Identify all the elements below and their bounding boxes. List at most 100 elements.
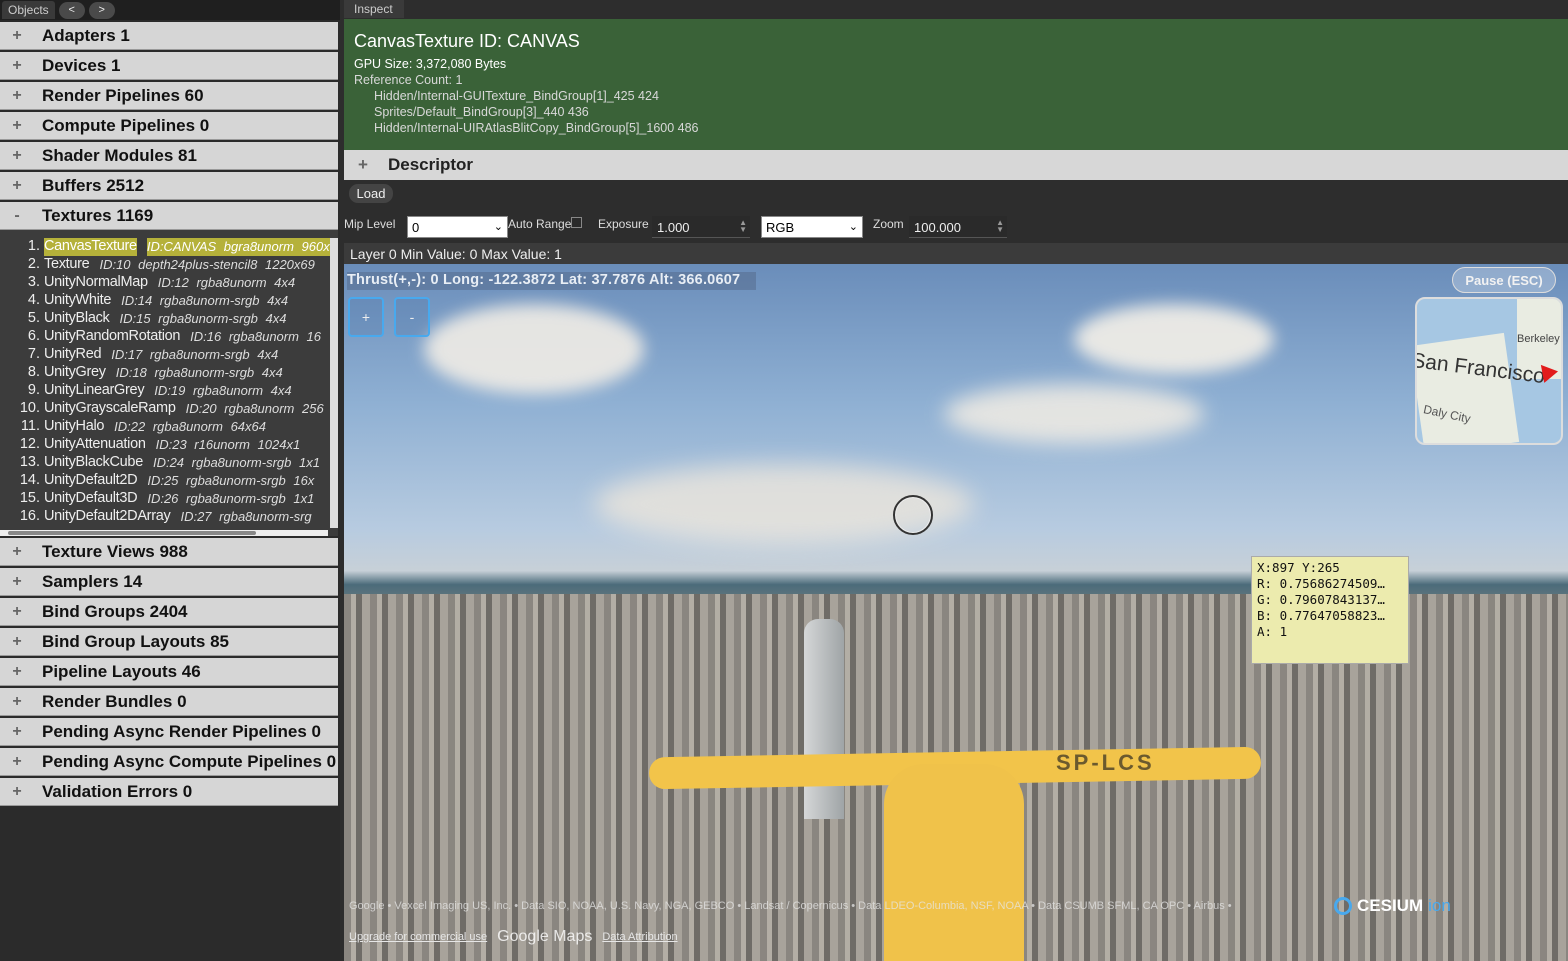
item-index: 8. — [27, 364, 40, 380]
expand-icon: + — [12, 632, 22, 650]
category-label: Compute Pipelines 0 — [42, 115, 210, 135]
reference-item[interactable]: Hidden/Internal-UIRAtlasBlitCopy_BindGro… — [354, 120, 1558, 136]
attribution-links: Upgrade for commercial use Google Maps D… — [349, 928, 678, 946]
item-index: 14. — [19, 472, 40, 488]
texture-list-item[interactable]: 12. UnityAttenuation ID:23 r16unorm 1024x1 — [0, 436, 338, 454]
upgrade-link[interactable]: Upgrade for commercial use — [349, 931, 487, 943]
cesium-logo[interactable]: CESIUM ion — [1334, 896, 1451, 916]
texture-meta: ID:12 rgba8unorm 4x4 — [157, 275, 296, 290]
category-label: Adapters 1 — [42, 25, 130, 45]
chevron-down-icon: ⌄ — [493, 221, 503, 233]
descriptor-header[interactable]: + Descriptor — [344, 150, 1568, 180]
category-row[interactable]: + Bind Group Layouts 85 — [0, 628, 338, 656]
texture-list-item[interactable]: 5. UnityBlack ID:15 rgba8unorm-srgb 4x4 — [0, 310, 338, 328]
channel-select[interactable]: RGB ⌄ — [761, 216, 863, 238]
category-row[interactable]: + Render Pipelines 60 — [0, 82, 338, 110]
objects-tab[interactable]: Objects — [2, 1, 55, 19]
category-label: Bind Groups 2404 — [42, 601, 188, 621]
texture-name: Texture — [44, 256, 90, 272]
zoom-input[interactable]: 100.000 ▲ ▼ — [909, 216, 1007, 238]
texture-list-item[interactable]: 7. UnityRed ID:17 rgba8unorm-srgb 4x4 — [0, 346, 338, 364]
nav-back-button[interactable]: < — [58, 1, 85, 19]
category-row[interactable]: - Textures 1169 — [0, 202, 338, 230]
category-row[interactable]: + Pending Async Compute Pipelines 0 — [0, 748, 338, 776]
texture-list-item[interactable]: 1. CanvasTexture ID:CANVAS bgra8unorm 960x — [0, 238, 338, 256]
expand-icon: + — [12, 662, 22, 680]
vertical-scrollbar[interactable] — [330, 238, 338, 528]
category-row[interactable]: + Bind Groups 2404 — [0, 598, 338, 626]
category-row[interactable]: + Validation Errors 0 — [0, 778, 338, 806]
zoom-value: 100.000 — [914, 220, 961, 235]
category-label: Pending Async Compute Pipelines 0 — [42, 751, 337, 771]
horizontal-scrollbar[interactable] — [0, 530, 328, 536]
category-row[interactable]: + Devices 1 — [0, 52, 338, 80]
texture-meta: ID:26 rgba8unorm-srgb 1x1 — [147, 491, 315, 506]
texture-list-item[interactable]: 14. UnityDefault2D ID:25 rgba8unorm-srgb 1… — [0, 472, 338, 490]
minimap[interactable]: Berkeley San Francisco Daly City — [1415, 297, 1563, 445]
scrollbar-thumb[interactable] — [8, 531, 256, 535]
expand-icon: + — [12, 26, 22, 44]
zoom-label: Zoom — [873, 217, 904, 231]
item-index: 10. — [19, 400, 40, 416]
texture-list-item[interactable]: 15. UnityDefault3D ID:26 rgba8unorm-srgb 1… — [0, 490, 338, 508]
category-list-bottom: + Texture Views 988 + Samplers 14 + Bind Grou… — [0, 538, 340, 806]
expand-icon: + — [12, 86, 22, 104]
auto-range-checkbox[interactable] — [571, 217, 582, 228]
category-row[interactable]: + Shader Modules 81 — [0, 142, 338, 170]
zoom-out-button[interactable]: - — [394, 297, 430, 337]
auto-range-label: Auto Range — [508, 217, 572, 231]
category-row[interactable]: + Adapters 1 — [0, 22, 338, 50]
exposure-input[interactable]: 1.000 ▲ ▼ — [652, 216, 750, 238]
texture-list-item[interactable]: 4. UnityWhite ID:14 rgba8unorm-srgb 4x4 — [0, 292, 338, 310]
texture-list: 1. CanvasTexture ID:CANVAS bgra8unorm 960x… — [0, 230, 338, 536]
nav-forward-button[interactable]: > — [88, 1, 115, 19]
category-row[interactable]: + Compute Pipelines 0 — [0, 112, 338, 140]
texture-name: UnityNormalMap — [44, 274, 148, 290]
category-row[interactable]: + Samplers 14 — [0, 568, 338, 596]
inspect-tab[interactable]: Inspect — [344, 0, 404, 18]
category-row[interactable]: + Buffers 2512 — [0, 172, 338, 200]
load-button[interactable]: Load — [349, 184, 393, 203]
spinner-icon[interactable]: ▲ ▼ — [739, 219, 747, 234]
texture-list-item[interactable]: 2. Texture ID:10 depth24plus-stencil8 1220… — [0, 256, 338, 274]
tower — [804, 619, 844, 819]
texture-list-item[interactable]: 6. UnityRandomRotation ID:16 rgba8unorm 16 — [0, 328, 338, 346]
item-index: 16. — [19, 508, 40, 524]
texture-list-item[interactable]: 10. UnityGrayscaleRamp ID:20 rgba8unorm 25… — [0, 400, 338, 418]
chevron-down-icon: ⌄ — [848, 221, 858, 233]
item-index: 4. — [27, 292, 40, 308]
item-index: 5. — [27, 310, 40, 326]
category-row[interactable]: + Pipeline Layouts 46 — [0, 658, 338, 686]
reference-item[interactable]: Sprites/Default_BindGroup[3]_440 436 — [354, 104, 1558, 120]
texture-list-item[interactable]: 11. UnityHalo ID:22 rgba8unorm 64x64 — [0, 418, 338, 436]
zoom-in-button[interactable]: + — [348, 297, 384, 337]
data-attribution-link[interactable]: Data Attribution — [602, 931, 677, 943]
item-index: 11. — [20, 418, 40, 434]
spinner-icon[interactable]: ▲ ▼ — [996, 219, 1004, 234]
layer-info: Layer 0 Min Value: 0 Max Value: 1 — [344, 243, 1568, 264]
texture-list-item[interactable]: 9. UnityLinearGrey ID:19 rgba8unorm 4x4 — [0, 382, 338, 400]
category-row[interactable]: + Pending Async Render Pipelines 0 — [0, 718, 338, 746]
texture-list-item[interactable]: 3. UnityNormalMap ID:12 rgba8unorm 4x4 — [0, 274, 338, 292]
reference-item[interactable]: Hidden/Internal-GUITexture_BindGroup[1]_… — [354, 88, 1558, 104]
texture-list-item[interactable]: 16. UnityDefault2DArray ID:27 rgba8unorm-s… — [0, 508, 338, 526]
expand-icon: + — [12, 542, 22, 560]
mip-level-select[interactable]: 0 ⌄ — [407, 216, 508, 238]
category-row[interactable]: + Render Bundles 0 — [0, 688, 338, 716]
exposure-value: 1.000 — [657, 220, 690, 235]
item-index: 1. — [27, 238, 40, 254]
category-label: Textures 1169 — [42, 205, 154, 225]
texture-preview[interactable]: SP-LCS Thrust(+,-): 0 Long: -122.3872 La… — [344, 264, 1568, 961]
crosshair-icon — [893, 495, 933, 535]
pause-button[interactable]: Pause (ESC) — [1452, 267, 1556, 293]
texture-list-item[interactable]: 13. UnityBlackCube ID:24 rgba8unorm-srgb 1… — [0, 454, 338, 472]
texture-list-item[interactable]: 8. UnityGrey ID:18 rgba8unorm-srgb 4x4 — [0, 364, 338, 382]
category-row[interactable]: + Texture Views 988 — [0, 538, 338, 566]
category-label: Render Bundles 0 — [42, 691, 187, 711]
google-maps-logo: Google Maps — [497, 928, 593, 945]
exposure-label: Exposure — [598, 217, 649, 231]
texture-name: UnityRandomRotation — [44, 328, 181, 344]
plane-body — [884, 764, 1024, 961]
texture-meta: ID:24 rgba8unorm-srgb 1x1 — [152, 455, 320, 470]
expand-icon: + — [12, 752, 22, 770]
